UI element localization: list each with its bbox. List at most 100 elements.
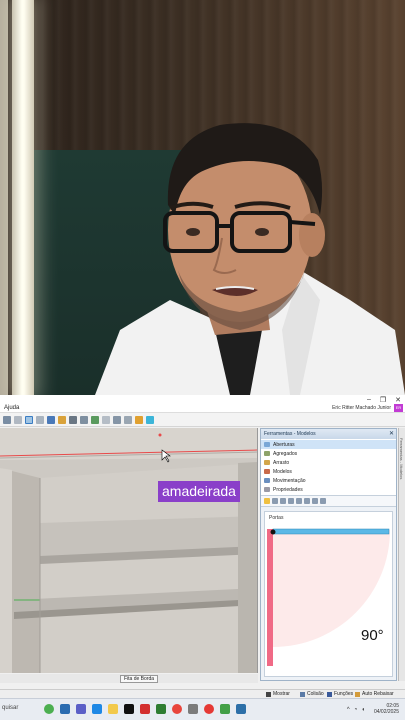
cursor-tool-icon[interactable] — [25, 415, 33, 424]
model-icon — [264, 469, 270, 474]
functions-label: Funções — [334, 691, 354, 697]
select-tool-icon[interactable] — [3, 415, 11, 424]
screen: – ❐ ✕ Ajuda Eric Ritter Machado Junior E… — [0, 0, 405, 720]
panel-title: Ferramentas - Modelos ✕ — [261, 429, 396, 439]
system-tray: ^ ◔ ◖ — [347, 707, 365, 713]
panel-item-arrasto[interactable]: Arrasto — [261, 458, 396, 467]
layers-icon[interactable] — [80, 415, 88, 424]
promob-icon[interactable] — [236, 704, 246, 714]
collision-icon — [300, 691, 305, 697]
panel-item-label: Modelos — [273, 468, 292, 475]
video-caption: amadeirada — [158, 481, 240, 502]
panel-item-label: Propriedades — [273, 486, 303, 493]
file-explorer-icon[interactable] — [108, 704, 118, 714]
opera-icon[interactable] — [204, 704, 214, 714]
panel-item-label: Movimentação — [273, 477, 306, 484]
side-strip-label: Ferramentas - Modelos — [399, 438, 404, 480]
folder-icon[interactable] — [272, 498, 278, 504]
functions-icon — [327, 691, 332, 697]
volume-icon[interactable]: ◖ — [361, 707, 365, 713]
door-swing-diagram — [267, 528, 390, 666]
panel-item-movimentacao[interactable]: Movimentação — [261, 476, 396, 485]
properties-icon — [264, 487, 270, 492]
eye-icon[interactable] — [69, 415, 77, 424]
move-icon — [264, 478, 270, 483]
minimize-button[interactable]: – — [367, 396, 371, 404]
presenter-video — [0, 0, 405, 395]
window-controls: – ❐ ✕ — [367, 396, 401, 404]
maximize-button[interactable]: ❐ — [380, 396, 386, 404]
edge-band-button[interactable]: Fita de Borda — [120, 675, 159, 683]
user-avatar[interactable]: ER — [394, 404, 403, 412]
panel-item-label: Agregados — [273, 450, 298, 457]
panel-list: Aberturas Agregados Arrasto Modelos Movi… — [261, 439, 396, 496]
show-label: Mostrar — [273, 691, 290, 697]
door-icon — [264, 442, 270, 447]
view-tool-icon[interactable] — [36, 415, 44, 424]
grid-view-icon[interactable] — [320, 498, 326, 504]
chevron-up-icon[interactable]: ^ — [347, 707, 350, 713]
user-name: Eric Ritter Machado Junior — [332, 405, 391, 411]
show-icon — [266, 691, 271, 697]
acrobat-icon[interactable] — [140, 704, 150, 714]
terminal-icon[interactable] — [124, 704, 134, 714]
taskbar-search[interactable]: quisar — [2, 705, 18, 711]
rotate-tool-icon[interactable] — [47, 415, 55, 424]
cabinet-model — [0, 428, 257, 673]
app-icon[interactable] — [188, 704, 198, 714]
show-toggle[interactable]: Mostrar — [266, 691, 290, 697]
auto-lower-toggle[interactable]: Auto Rebaixar — [355, 691, 394, 697]
bottom-options-bar: Mostrar Colisão Funções Auto Rebaixar — [0, 689, 405, 698]
paste-icon[interactable] — [288, 498, 294, 504]
taskbar: quisar ^ ◔ ◖ 02:05 04/02/2025 — [0, 698, 405, 720]
status-bar: Fita de Borda — [0, 674, 258, 683]
app-window: – ❐ ✕ Ajuda Eric Ritter Machado Junior E… — [0, 395, 405, 720]
settings-icon[interactable] — [102, 415, 110, 424]
taskbar-apps — [44, 704, 246, 714]
pin-icon[interactable]: ✕ — [389, 429, 394, 439]
list-icon[interactable] — [124, 415, 132, 424]
chrome-canary-icon[interactable] — [44, 704, 54, 714]
collision-toggle[interactable]: Colisão — [300, 691, 324, 697]
edge-icon[interactable] — [60, 704, 70, 714]
panel-item-agregados[interactable]: Agregados — [261, 449, 396, 458]
panel-item-modelos[interactable]: Modelos — [261, 467, 396, 476]
functions-toggle[interactable]: Funções — [327, 691, 353, 697]
3d-viewport[interactable] — [0, 428, 258, 673]
grid-tool-icon[interactable] — [14, 415, 22, 424]
render-icon[interactable] — [91, 415, 99, 424]
camera-icon[interactable] — [113, 415, 121, 424]
panel-item-aberturas[interactable]: Aberturas — [261, 440, 396, 449]
list-view-icon[interactable] — [312, 498, 318, 504]
excel-icon[interactable] — [156, 704, 166, 714]
door-preview[interactable]: Portas 90° — [264, 511, 393, 677]
panel-item-label: Arrasto — [273, 459, 290, 466]
side-strip[interactable]: Ferramentas - Modelos — [398, 428, 405, 681]
favorite-icon[interactable] — [264, 498, 270, 504]
auto-lower-icon — [355, 691, 360, 697]
box-icon — [264, 451, 270, 456]
auto-lower-label: Auto Rebaixar — [362, 691, 394, 697]
copy-icon[interactable] — [280, 498, 286, 504]
opening-angle: 90° — [361, 627, 384, 644]
teams-icon[interactable] — [76, 704, 86, 714]
chrome-icon[interactable] — [172, 704, 182, 714]
close-button[interactable]: ✕ — [395, 396, 401, 404]
taskbar-clock[interactable]: 02:05 04/02/2025 — [374, 703, 399, 715]
collision-label: Colisão — [307, 691, 324, 697]
main-toolbar — [0, 413, 405, 427]
panel-item-propriedades[interactable]: Propriedades — [261, 485, 396, 494]
wifi-icon[interactable]: ◔ — [354, 707, 358, 713]
folder-icon[interactable] — [135, 415, 143, 424]
menu-bar: – ❐ ✕ Ajuda Eric Ritter Machado Junior E… — [0, 395, 405, 413]
whatsapp-icon[interactable] — [220, 704, 230, 714]
measure-tool-icon[interactable] — [58, 415, 66, 424]
print-icon[interactable] — [304, 498, 310, 504]
menu-help[interactable]: Ajuda — [4, 405, 19, 411]
store-icon[interactable] — [92, 704, 102, 714]
cloud-icon[interactable] — [146, 415, 154, 424]
drag-icon — [264, 460, 270, 465]
presenter — [95, 123, 405, 395]
tools-panel: Ferramentas - Modelos ✕ Aberturas Agrega… — [260, 428, 397, 681]
image-icon[interactable] — [296, 498, 302, 504]
